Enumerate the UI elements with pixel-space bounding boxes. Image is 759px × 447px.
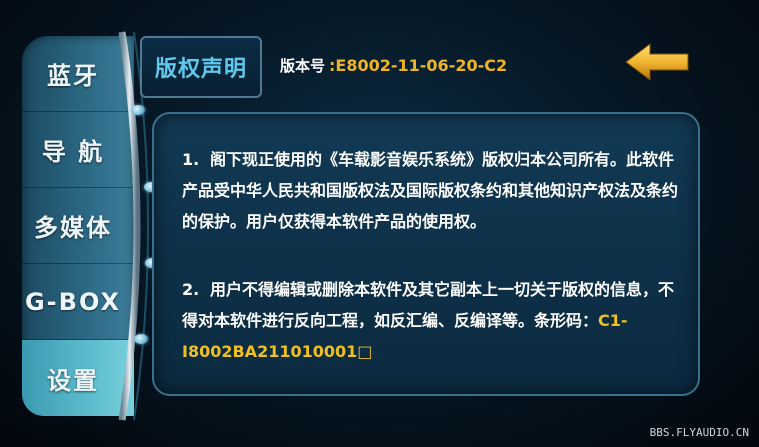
page-title: 版权声明 [154, 57, 247, 82]
sidebar-item-label: 蓝牙 [47, 62, 99, 90]
sidebar-item-label: 设置 [47, 366, 99, 395]
divider-dot-icon [134, 334, 148, 344]
clause-text: 阁下现正使用的《车载影音娱乐系统》版权归本公司所有。此软件产品受中华人民共和国版… [182, 150, 679, 231]
clause-1: 1. 阁下现正使用的《车载影音娱乐系统》版权归本公司所有。此软件产品受中华人民共和… [182, 144, 682, 237]
clause-number: 2. [182, 280, 200, 299]
clause-number: 1. [182, 150, 200, 169]
version-label: 版本号 [280, 56, 326, 75]
clause-2: 2. 用户不得编辑或删除本软件及其它副本上一切关于版权的信息，不得对本软件进行反向… [182, 274, 682, 367]
screen: 蓝牙 导 航 多媒体 G-BOX 设置 版权声明 版本号:E8002-11-0… [0, 0, 759, 447]
version-info: 版本号 :E8002-11-06-20-C2 [262, 36, 592, 94]
back-button[interactable] [622, 40, 692, 84]
page-title-box: 版权声明 [140, 36, 262, 98]
copyright-content-panel: 1. 阁下现正使用的《车载影音娱乐系统》版权归本公司所有。此软件产品受中华人民共和… [152, 112, 700, 396]
back-arrow-icon [625, 43, 689, 81]
watermark: BBS.FLYAUDIO.CN [649, 426, 749, 439]
divider-dot-icon [131, 105, 145, 115]
version-value: :E8002-11-06-20-C2 [329, 55, 508, 75]
